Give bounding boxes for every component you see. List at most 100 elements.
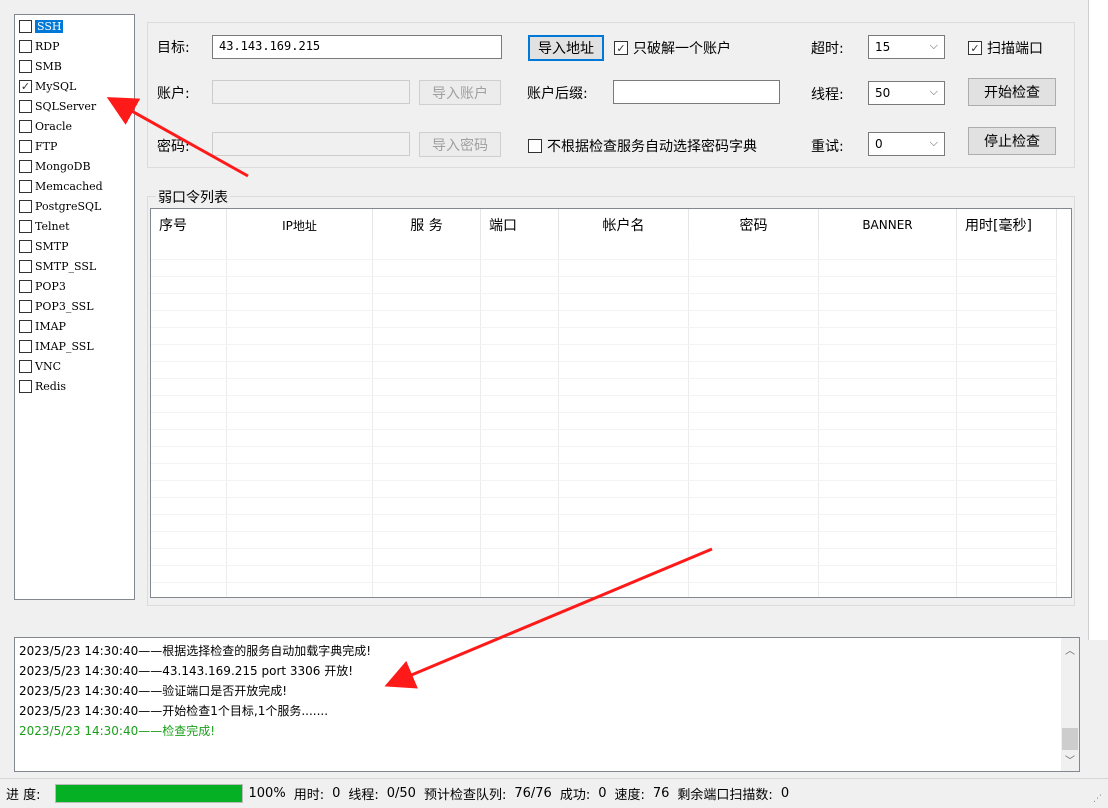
service-item-sqlserver[interactable]: SQLServer bbox=[19, 97, 96, 115]
service-item-mongodb[interactable]: MongoDB bbox=[19, 157, 91, 175]
table-row bbox=[151, 259, 1057, 260]
column-divider bbox=[558, 241, 559, 597]
column-header[interactable]: 端口 bbox=[481, 209, 559, 241]
import-address-button[interactable]: 导入地址 bbox=[528, 35, 604, 61]
service-item-telnet[interactable]: Telnet bbox=[19, 217, 70, 235]
service-list[interactable]: SSH RDP SMB ✓ MySQL SQLServer Oracle FTP MongoDB… bbox=[14, 14, 135, 600]
threads-value: 50 bbox=[875, 86, 891, 100]
checkbox-unchecked-icon[interactable] bbox=[19, 339, 32, 353]
service-item-vnc[interactable]: VNC bbox=[19, 357, 61, 375]
checkbox-unchecked-icon[interactable] bbox=[19, 59, 32, 73]
table-row bbox=[151, 412, 1057, 413]
only-one-account-checkbox[interactable]: ✓ 只破解一个账户 bbox=[614, 38, 731, 58]
scan-ports-label: 扫描端口 bbox=[987, 41, 1043, 57]
service-item-imap_ssl[interactable]: IMAP_SSL bbox=[19, 337, 94, 355]
target-input[interactable]: 43.143.169.215 bbox=[212, 35, 502, 59]
column-header[interactable]: 用时[毫秒] bbox=[957, 209, 1057, 241]
checkbox-unchecked-icon[interactable] bbox=[19, 159, 32, 173]
table-row bbox=[151, 310, 1057, 311]
stop-check-button[interactable]: 停止检查 bbox=[968, 127, 1056, 155]
success-value: 0 bbox=[598, 786, 607, 801]
column-header[interactable]: IP地址 bbox=[227, 209, 373, 241]
checkbox-checked-icon[interactable]: ✓ bbox=[19, 79, 32, 93]
service-item-imap[interactable]: IMAP bbox=[19, 317, 66, 335]
retry-value: 0 bbox=[875, 137, 883, 151]
service-label: SMB bbox=[35, 59, 62, 73]
import-password-button: 导入密码 bbox=[419, 132, 501, 157]
service-label: Memcached bbox=[35, 179, 103, 193]
retry-select[interactable]: 0 ⌵ bbox=[868, 132, 945, 156]
speed-value: 76 bbox=[652, 786, 670, 801]
checkbox-unchecked-icon[interactable] bbox=[19, 99, 32, 113]
log-scrollbar[interactable]: ︿ ﹀ bbox=[1061, 638, 1079, 771]
table-row bbox=[151, 463, 1057, 464]
checkbox-unchecked-icon[interactable] bbox=[19, 259, 32, 273]
column-divider bbox=[1056, 241, 1057, 597]
timeout-select[interactable]: 15 ⌵ bbox=[868, 35, 945, 59]
background-window-edge bbox=[1088, 0, 1108, 640]
checkbox-unchecked-icon[interactable] bbox=[19, 359, 32, 373]
results-table[interactable]: 序号 IP地址服 务端口 帐户名 密码 BANNER 用时[毫秒] bbox=[150, 208, 1072, 598]
scrollbar-thumb[interactable] bbox=[1062, 728, 1078, 750]
column-divider bbox=[818, 241, 819, 597]
checkbox-unchecked-icon[interactable] bbox=[19, 379, 32, 393]
scroll-down-icon[interactable]: ﹀ bbox=[1065, 752, 1075, 767]
checkbox-unchecked-icon[interactable] bbox=[19, 179, 32, 193]
column-header[interactable]: 序号 bbox=[151, 209, 227, 241]
log-line: 2023/5/23 14:30:40——检查完成! bbox=[19, 724, 216, 738]
retry-label: 重试: bbox=[811, 139, 844, 155]
resize-grip-icon[interactable]: ⋰ bbox=[1093, 794, 1102, 804]
checkbox-unchecked-icon[interactable] bbox=[19, 19, 32, 33]
checkbox-unchecked-icon[interactable] bbox=[19, 239, 32, 253]
checkbox-unchecked-icon[interactable] bbox=[19, 199, 32, 213]
import-account-button: 导入账户 bbox=[419, 80, 501, 105]
service-item-rdp[interactable]: RDP bbox=[19, 37, 60, 55]
service-label: POP3_SSL bbox=[35, 299, 94, 313]
start-check-button[interactable]: 开始检查 bbox=[968, 78, 1056, 106]
service-label: Redis bbox=[35, 379, 66, 393]
service-item-smtp_ssl[interactable]: SMTP_SSL bbox=[19, 257, 96, 275]
log-panel[interactable]: ︿ ﹀ 2023/5/23 14:30:40——根据选择检查的服务自动加载字典完… bbox=[14, 637, 1080, 772]
table-row bbox=[151, 480, 1057, 481]
service-item-redis[interactable]: Redis bbox=[19, 377, 66, 395]
checkbox-unchecked-icon[interactable] bbox=[19, 319, 32, 333]
column-divider bbox=[480, 241, 481, 597]
table-row bbox=[151, 531, 1057, 532]
checkbox-unchecked-icon[interactable] bbox=[19, 39, 32, 53]
checkbox-unchecked-icon[interactable] bbox=[19, 119, 32, 133]
service-label: IMAP bbox=[35, 319, 66, 333]
no-auto-dict-checkbox[interactable]: 不根据检查服务自动选择密码字典 bbox=[528, 136, 757, 156]
scan-ports-checkbox[interactable]: ✓ 扫描端口 bbox=[968, 38, 1043, 58]
column-header[interactable]: BANNER bbox=[819, 209, 957, 241]
service-item-oracle[interactable]: Oracle bbox=[19, 117, 72, 135]
checkbox-unchecked-icon[interactable] bbox=[19, 299, 32, 313]
log-line: 2023/5/23 14:30:40——根据选择检查的服务自动加载字典完成! bbox=[19, 644, 372, 658]
checkbox-unchecked-icon[interactable] bbox=[19, 139, 32, 153]
target-label: 目标: bbox=[157, 40, 190, 56]
service-item-postgresql[interactable]: PostgreSQL bbox=[19, 197, 101, 215]
service-item-mysql[interactable]: ✓ MySQL bbox=[19, 77, 76, 95]
column-header[interactable]: 服 务 bbox=[373, 209, 481, 241]
threads-select[interactable]: 50 ⌵ bbox=[868, 81, 945, 105]
service-item-pop3[interactable]: POP3 bbox=[19, 277, 66, 295]
column-header[interactable]: 密码 bbox=[689, 209, 819, 241]
service-item-smb[interactable]: SMB bbox=[19, 57, 62, 75]
table-row bbox=[151, 361, 1057, 362]
service-item-memcached[interactable]: Memcached bbox=[19, 177, 103, 195]
status-bar: 进 度: 100% 用时: 0 线程: 0/50 预计检查队列: 76/76 成… bbox=[0, 778, 1108, 808]
log-line: 2023/5/23 14:30:40——43.143.169.215 port … bbox=[19, 664, 354, 678]
scroll-up-icon[interactable]: ︿ bbox=[1065, 642, 1075, 657]
log-line: 2023/5/23 14:30:40——验证端口是否开放完成! bbox=[19, 684, 288, 698]
checkbox-unchecked-icon[interactable] bbox=[19, 279, 32, 293]
service-item-smtp[interactable]: SMTP bbox=[19, 237, 69, 255]
service-item-pop3_ssl[interactable]: POP3_SSL bbox=[19, 297, 94, 315]
checkbox-unchecked-icon[interactable] bbox=[19, 219, 32, 233]
table-row bbox=[151, 378, 1057, 379]
service-item-ssh[interactable]: SSH bbox=[19, 17, 64, 35]
speed-label: 速度: bbox=[614, 788, 645, 803]
account-suffix-input[interactable] bbox=[613, 80, 780, 104]
service-item-ftp[interactable]: FTP bbox=[19, 137, 57, 155]
column-header[interactable]: 帐户名 bbox=[559, 209, 689, 241]
table-row bbox=[151, 395, 1057, 396]
table-row bbox=[151, 446, 1057, 447]
